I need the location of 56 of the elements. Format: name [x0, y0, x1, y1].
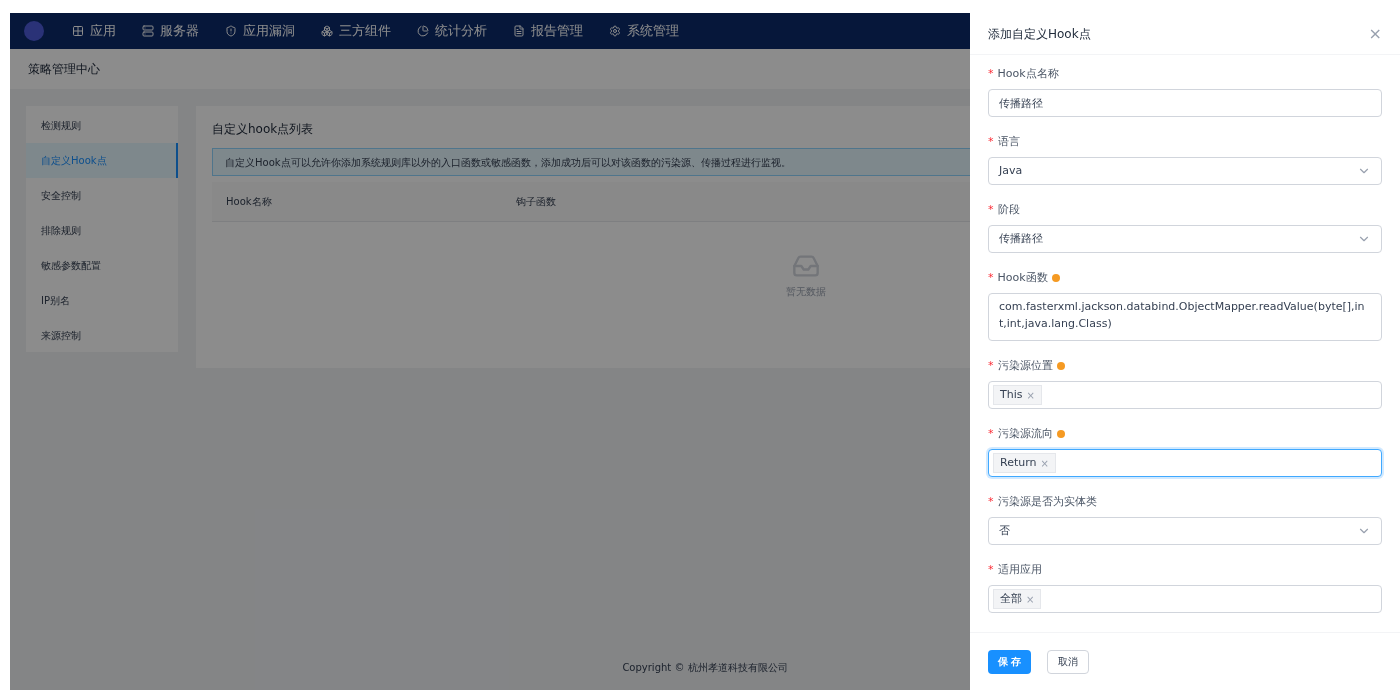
cancel-button[interactable]: 取消: [1047, 649, 1090, 674]
nav-icon: [321, 25, 333, 37]
sidebar-item[interactable]: IP别名: [26, 283, 178, 318]
required-mark: *: [988, 133, 994, 150]
nav-icon: [609, 25, 621, 37]
copyright-text: Copyright © 杭州孝道科技有限公司: [622, 661, 788, 675]
sidebar-item[interactable]: 敏感参数配置: [26, 248, 178, 283]
column-header: 钩子函数: [515, 195, 557, 209]
nav-item[interactable]: 服务器: [142, 21, 199, 41]
nav-item[interactable]: 应用漏洞: [225, 21, 295, 41]
nav-item[interactable]: 报告管理: [513, 21, 583, 41]
field-label: 语言: [997, 133, 1020, 150]
nav-icon: [513, 25, 525, 37]
nav-icon: [72, 25, 84, 37]
tag-label: 全部: [1000, 590, 1022, 607]
tag-select-field[interactable]: Return ×: [988, 449, 1382, 477]
tag-label: Return: [1000, 454, 1037, 471]
nav-icon: [225, 25, 237, 37]
sidebar-item[interactable]: 来源控制: [26, 318, 178, 353]
sidebar-item[interactable]: 安全控制: [26, 178, 178, 213]
required-mark: *: [988, 561, 994, 578]
field-label: Hook点名称: [997, 65, 1059, 82]
field-label: 适用应用: [997, 561, 1042, 578]
tag-select-field[interactable]: This ×: [988, 381, 1382, 409]
required-mark: *: [988, 201, 994, 218]
nav-icon: [417, 25, 429, 37]
page-title: 策略管理中心: [28, 61, 100, 78]
tag-select-field[interactable]: 全部 ×: [988, 585, 1382, 613]
required-mark: *: [988, 65, 994, 82]
select-field[interactable]: 否: [988, 517, 1382, 545]
select-field[interactable]: 传播路径: [988, 225, 1382, 253]
nav-item[interactable]: 系统管理: [609, 21, 679, 41]
required-mark: *: [988, 357, 994, 374]
field-label: Hook函数: [997, 269, 1048, 286]
required-mark: *: [988, 269, 994, 286]
nav-icon: [142, 25, 154, 37]
nav-item[interactable]: 应用: [72, 21, 116, 41]
field-label: 污染源是否为实体类: [997, 493, 1097, 510]
sidebar-item[interactable]: 排除规则: [26, 213, 178, 248]
required-mark: *: [988, 493, 994, 510]
drawer-title: 添加自定义Hook点: [988, 25, 1091, 43]
save-button[interactable]: 保 存: [988, 649, 1032, 674]
nav-item[interactable]: 三方组件: [321, 21, 391, 41]
nav-item[interactable]: 统计分析: [417, 21, 487, 41]
field-label: 污染源流向: [997, 425, 1053, 442]
column-header: Hook名称: [225, 195, 273, 209]
textarea-field[interactable]: com.fasterxml.jackson.databind.ObjectMapper.readValue(byte[],int,int,java.lang.Class): [988, 293, 1382, 341]
logo-icon[interactable]: [24, 21, 44, 41]
text-field[interactable]: 传播路径: [988, 89, 1382, 117]
select-field[interactable]: Java: [988, 157, 1382, 185]
field-label: 阶段: [997, 201, 1020, 218]
panel-title: 自定义hook点列表: [212, 121, 314, 138]
tag-label: This: [1000, 386, 1023, 403]
field-label: 污染源位置: [997, 357, 1053, 374]
sidebar-item[interactable]: 检测规则: [26, 108, 178, 143]
required-mark: *: [988, 425, 994, 442]
